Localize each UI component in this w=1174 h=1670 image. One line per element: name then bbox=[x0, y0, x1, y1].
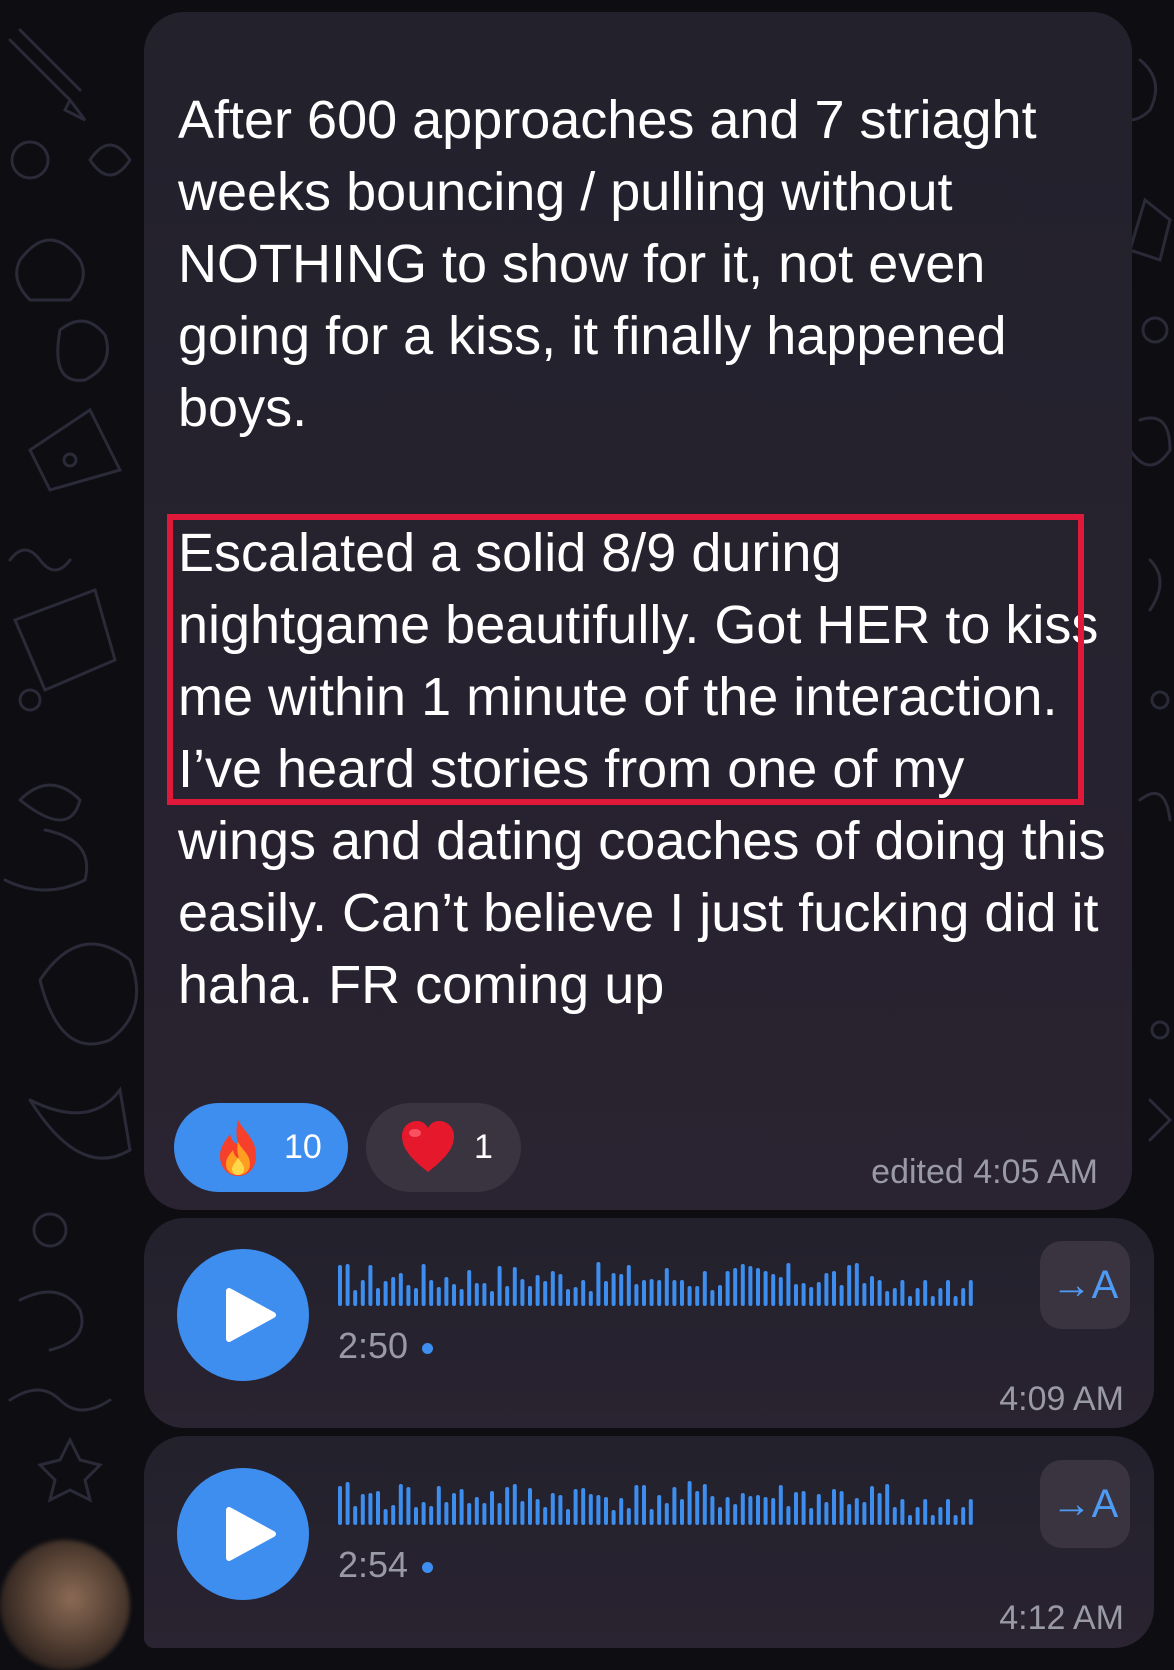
sender-avatar[interactable] bbox=[0, 1540, 130, 1670]
red-heart-icon bbox=[402, 1120, 454, 1172]
reaction-count: 10 bbox=[284, 1128, 322, 1166]
message-timestamp: edited 4:05 AM bbox=[871, 1153, 1098, 1191]
reaction-fire[interactable]: 10 bbox=[174, 1103, 348, 1192]
transcribe-button[interactable]: →A bbox=[1040, 1460, 1130, 1548]
message-timestamp: 4:09 AM bbox=[999, 1380, 1124, 1418]
message-timestamp: 4:12 AM bbox=[999, 1599, 1124, 1637]
voice-duration: 2:54 bbox=[338, 1544, 409, 1585]
reaction-count: 1 bbox=[474, 1128, 493, 1166]
message-paragraph: After 600 approaches and 7 striaght week… bbox=[178, 90, 1037, 438]
unread-dot bbox=[422, 1561, 434, 1573]
play-icon bbox=[226, 1507, 276, 1561]
voice-duration: 2:50 bbox=[338, 1325, 409, 1366]
play-button[interactable] bbox=[177, 1468, 309, 1600]
red-highlight-box bbox=[167, 514, 1084, 805]
play-icon bbox=[226, 1288, 276, 1342]
play-button[interactable] bbox=[177, 1249, 309, 1381]
voice-waveform bbox=[338, 1481, 973, 1525]
reaction-heart[interactable]: 1 bbox=[366, 1103, 521, 1192]
voice-waveform bbox=[338, 1262, 973, 1306]
fire-icon bbox=[220, 1119, 256, 1176]
transcribe-button[interactable]: →A bbox=[1040, 1241, 1130, 1329]
unread-dot bbox=[422, 1342, 434, 1354]
